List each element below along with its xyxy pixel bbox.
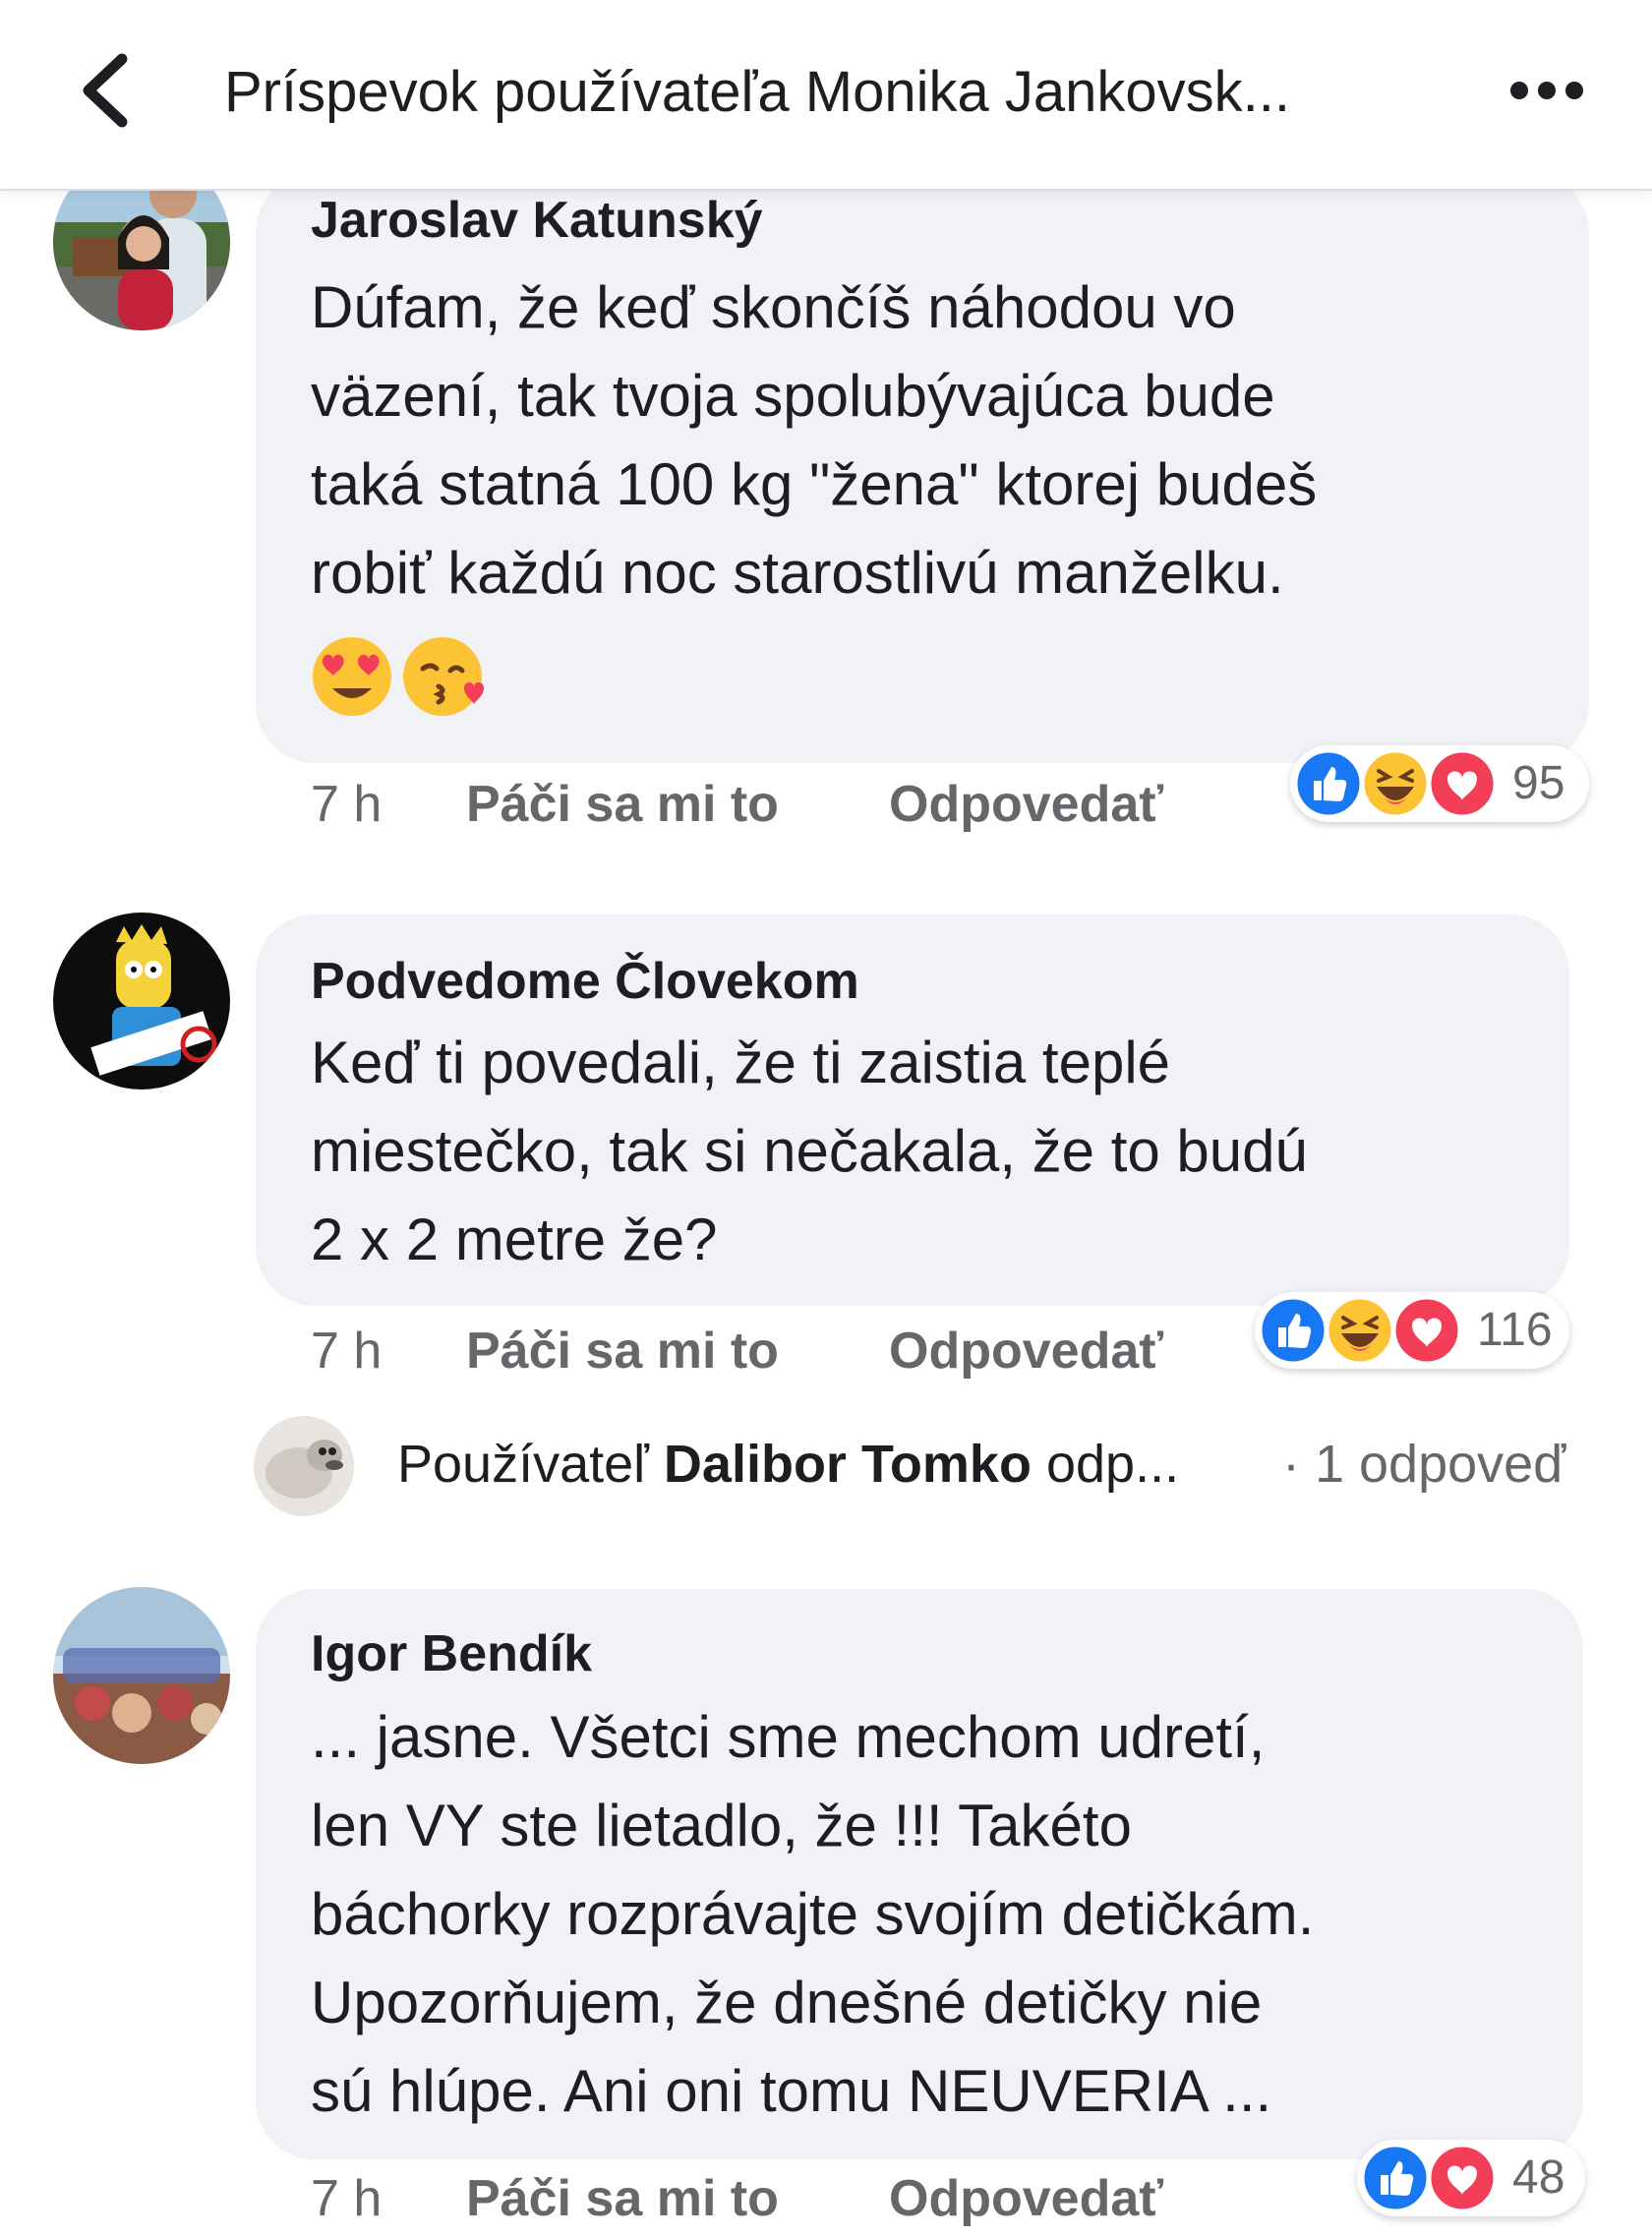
avatar[interactable] (53, 1587, 230, 1764)
comment-line: robiť každú noc starostlivú manželku. (311, 540, 1284, 606)
like-button[interactable]: Páči sa mi to (466, 775, 779, 834)
comment-actions: 7 h Páči sa mi to Odpovedať (311, 775, 1163, 844)
comment-author[interactable]: Podvedome Človekom (311, 952, 859, 1011)
comment-line: väzení, tak tvoja spolubývajúca bude (311, 363, 1275, 429)
comment-author[interactable]: Igor Bendík (311, 1624, 592, 1683)
more-horizontal-icon (1510, 82, 1583, 99)
comment-time[interactable]: 7 h (311, 2169, 382, 2228)
like-reaction-icon (1294, 749, 1363, 818)
reply-button[interactable]: Odpovedať (889, 2169, 1163, 2228)
like-button[interactable]: Páči sa mi to (466, 2169, 779, 2228)
reply-count: · 1 odpoveď (1282, 1435, 1566, 1494)
comment-line: Upozorňujem, že dnešné detičky nie (311, 1970, 1263, 2035)
comment-line: miestečko, tak si nečakala, že to budú (311, 1118, 1308, 1184)
comment-bubble[interactable]: Igor Bendík ... jasne. Všetci sme mechom… (256, 1589, 1583, 2159)
comment-author[interactable]: Jaroslav Katunský (311, 191, 763, 250)
comment-bubble[interactable]: Podvedome Človekom Keď ti povedali, že t… (256, 914, 1569, 1306)
avatar (254, 1416, 354, 1516)
reaction-count: 116 (1477, 1304, 1553, 1356)
avatar[interactable] (53, 913, 230, 1090)
reactions-summary[interactable]: 116 (1255, 1292, 1569, 1369)
reply-prefix: Používateľ (397, 1435, 649, 1494)
reply-button[interactable]: Odpovedať (889, 775, 1163, 834)
love-reaction-icon (1428, 749, 1497, 818)
chevron-left-icon (83, 53, 128, 128)
comment-line: Keď ti povedali, že ti zaistia teplé (311, 1030, 1171, 1095)
reply-suffix: odp... (1045, 1435, 1180, 1494)
comment-line: Dúfam, že keď skončíš náhodou vo (311, 274, 1236, 340)
back-button[interactable] (71, 47, 149, 134)
comment-bubble[interactable]: Jaroslav Katunský Dúfam, že keď skončíš … (256, 173, 1589, 763)
comment-text: Dúfam, že keď skončíš náhodou vo väzení,… (311, 264, 1317, 618)
comment-time[interactable]: 7 h (311, 775, 382, 834)
comment-line: ... jasne. Všetci sme mechom udretí, (311, 1704, 1266, 1770)
comment-actions: 7 h Páči sa mi to Odpovedať (311, 2169, 1163, 2238)
comment-text: Keď ti povedali, že ti zaistia teplé mie… (311, 1019, 1308, 1284)
comment-line: len VY ste lietadlo, že !!! Takéto (311, 1793, 1132, 1858)
love-reaction-icon (1392, 1296, 1461, 1365)
comment-line: sú hlúpe. Ani oni tomu NEUVERIA ... (311, 2058, 1272, 2124)
comment-line: taká statná 100 kg "žena" ktorej budeš (311, 451, 1318, 517)
reply-button[interactable]: Odpovedať (889, 1322, 1163, 1381)
comment-line: báchorky rozprávajte svojím detičkám. (311, 1881, 1315, 1947)
haha-reaction-icon (1326, 1296, 1394, 1365)
comment-time[interactable]: 7 h (311, 1322, 382, 1381)
heart-eyes-emoji (313, 637, 391, 716)
comment-actions: 7 h Páči sa mi to Odpovedať (311, 1322, 1163, 1390)
emoji-row (311, 635, 507, 724)
like-button[interactable]: Páči sa mi to (466, 1322, 779, 1381)
view-replies-link[interactable]: Používateľ Dalibor Tomko odp... · 1 odpo… (254, 1416, 1630, 1516)
top-bar: Príspevok používateľa Monika Jankovsk... (0, 0, 1652, 191)
reply-author: Dalibor Tomko (663, 1435, 1032, 1494)
reactions-summary[interactable]: 48 (1357, 2140, 1585, 2216)
page-title: Príspevok používateľa Monika Jankovsk... (224, 60, 1290, 124)
reaction-count: 48 (1512, 2151, 1565, 2204)
like-reaction-icon (1259, 1296, 1328, 1365)
kissing-heart-emoji (403, 637, 484, 716)
more-options-button[interactable] (1504, 61, 1593, 120)
reply-preview-text: Používateľ Dalibor Tomko odp... (397, 1434, 1179, 1495)
reactions-summary[interactable]: 95 (1290, 745, 1589, 822)
haha-reaction-icon (1361, 749, 1430, 818)
comment-text: ... jasne. Všetci sme mechom udretí, len… (311, 1693, 1314, 2136)
reaction-count: 95 (1512, 757, 1565, 809)
comment-line: 2 x 2 metre že? (311, 1207, 718, 1272)
